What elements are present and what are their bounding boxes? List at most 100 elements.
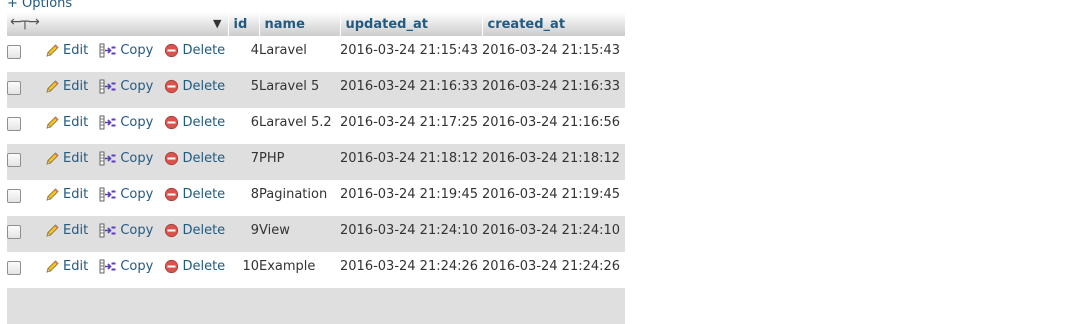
edit-label: Edit: [63, 43, 89, 58]
copy-button[interactable]: Copy: [99, 223, 153, 238]
row-partial-cell: [7, 288, 625, 324]
copy-label: Copy: [120, 187, 154, 202]
row-checkbox[interactable]: [7, 225, 21, 239]
column-header-name[interactable]: name: [259, 12, 341, 36]
delete-button[interactable]: Delete: [164, 43, 225, 58]
delete-label: Delete: [182, 187, 226, 202]
cell-name: Example: [259, 252, 340, 288]
cell-created-at: 2016-03-24 21:16:56: [482, 108, 625, 144]
table-row: Edit Copy: [7, 144, 625, 180]
row-checkbox[interactable]: [7, 189, 21, 203]
table-row: Edit Copy: [7, 108, 625, 144]
column-resize-arrows-icon[interactable]: ←┬→: [10, 14, 40, 30]
delete-circle-icon: [164, 223, 179, 238]
column-header-updated-at[interactable]: updated_at: [340, 12, 483, 36]
delete-circle-icon: [164, 259, 179, 274]
row-checkbox-cell: [7, 180, 45, 216]
edit-label: Edit: [63, 151, 89, 166]
options-link[interactable]: + Options: [7, 0, 72, 12]
pencil-icon: [45, 79, 60, 94]
delete-button[interactable]: Delete: [164, 187, 225, 202]
copy-button[interactable]: Copy: [99, 79, 153, 94]
copy-label: Copy: [120, 259, 154, 274]
row-checkbox-cell: [7, 72, 45, 108]
cell-updated-at: 2016-03-24 21:18:12: [340, 144, 482, 180]
cell-created-at: 2016-03-24 21:24:26: [482, 252, 625, 288]
copy-label: Copy: [120, 151, 154, 166]
row-checkbox[interactable]: [7, 153, 21, 167]
row-checkbox[interactable]: [7, 117, 21, 131]
delete-label: Delete: [182, 79, 226, 94]
delete-button[interactable]: Delete: [164, 223, 225, 238]
table-row: Edit Copy: [7, 36, 625, 72]
copy-row-icon: [99, 115, 117, 130]
copy-row-icon: [99, 187, 117, 202]
row-actions: Edit Copy Delete: [45, 216, 228, 252]
delete-circle-icon: [164, 187, 179, 202]
edit-label: Edit: [63, 79, 89, 94]
table-row: Edit Copy: [7, 180, 625, 216]
pencil-icon: [45, 115, 60, 130]
edit-button[interactable]: Edit: [45, 151, 88, 166]
row-actions: Edit Copy Delete: [45, 252, 228, 288]
delete-circle-icon: [164, 43, 179, 58]
edit-button[interactable]: Edit: [45, 115, 88, 130]
pencil-icon: [45, 259, 60, 274]
copy-button[interactable]: Copy: [99, 115, 153, 130]
results-table: ←┬→ ▼ id name updated_at created_at Edit…: [7, 12, 626, 324]
cell-updated-at: 2016-03-24 21:16:33: [340, 72, 482, 108]
cell-created-at: 2016-03-24 21:19:45: [482, 180, 625, 216]
cell-id: 5: [228, 72, 259, 108]
row-actions: Edit Copy Delete: [45, 72, 228, 108]
cell-id: 4: [228, 36, 259, 72]
header-controls: ←┬→ ▼: [7, 12, 229, 36]
row-checkbox-cell: [7, 36, 45, 72]
row-checkbox[interactable]: [7, 261, 21, 275]
edit-button[interactable]: Edit: [45, 187, 88, 202]
pencil-icon: [45, 43, 60, 58]
row-actions: Edit Copy Delete: [45, 144, 228, 180]
edit-button[interactable]: Edit: [45, 223, 88, 238]
table-row: Edit Copy: [7, 216, 625, 252]
row-checkbox[interactable]: [7, 81, 21, 95]
table-body: Edit Copy Delete 4 Laravel 2016-03-24 21…: [7, 36, 625, 324]
cell-id: 8: [228, 180, 259, 216]
cell-id: 9: [228, 216, 259, 252]
delete-label: Delete: [182, 259, 226, 274]
cell-updated-at: 2016-03-24 21:24:10: [340, 216, 482, 252]
sort-down-triangle-icon[interactable]: ▼: [213, 17, 221, 30]
cell-updated-at: 2016-03-24 21:17:25: [340, 108, 482, 144]
column-header-id[interactable]: id: [228, 12, 260, 36]
column-header-created-at[interactable]: created_at: [482, 12, 626, 36]
delete-circle-icon: [164, 151, 179, 166]
copy-button[interactable]: Copy: [99, 259, 153, 274]
pencil-icon: [45, 151, 60, 166]
row-checkbox[interactable]: [7, 45, 21, 59]
copy-label: Copy: [120, 223, 154, 238]
copy-button[interactable]: Copy: [99, 151, 153, 166]
table-row: Edit Copy: [7, 72, 625, 108]
cell-updated-at: 2016-03-24 21:19:45: [340, 180, 482, 216]
delete-button[interactable]: Delete: [164, 79, 225, 94]
edit-label: Edit: [63, 115, 89, 130]
copy-button[interactable]: Copy: [99, 187, 153, 202]
edit-button[interactable]: Edit: [45, 259, 88, 274]
cell-id: 7: [228, 144, 259, 180]
delete-button[interactable]: Delete: [164, 115, 225, 130]
row-checkbox-cell: [7, 108, 45, 144]
copy-label: Copy: [120, 115, 154, 130]
edit-button[interactable]: Edit: [45, 43, 88, 58]
cell-created-at: 2016-03-24 21:16:33: [482, 72, 625, 108]
row-checkbox-cell: [7, 144, 45, 180]
edit-button[interactable]: Edit: [45, 79, 88, 94]
delete-label: Delete: [182, 151, 226, 166]
pencil-icon: [45, 223, 60, 238]
cell-id: 10: [228, 252, 259, 288]
row-actions: Edit Copy Delete: [45, 108, 228, 144]
row-checkbox-cell: [7, 252, 45, 288]
cell-created-at: 2016-03-24 21:24:10: [482, 216, 625, 252]
copy-row-icon: [99, 43, 117, 58]
copy-button[interactable]: Copy: [99, 43, 153, 58]
delete-button[interactable]: Delete: [164, 151, 225, 166]
delete-button[interactable]: Delete: [164, 259, 225, 274]
